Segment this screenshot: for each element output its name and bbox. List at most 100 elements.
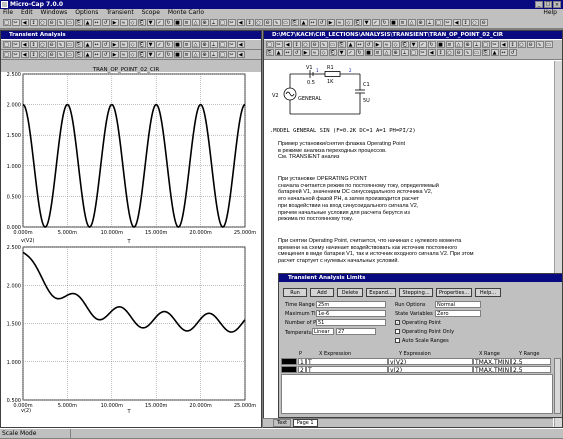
main-toolbar-button-icon[interactable]: ⟂ <box>209 18 218 26</box>
main-toolbar-button-icon[interactable]: ▲ <box>83 18 92 26</box>
menu-edit[interactable]: Edit <box>21 9 33 16</box>
circuit-toolbar-button-icon[interactable]: ↺ <box>364 40 373 48</box>
transient-toolbar-button-icon[interactable]: ◀ <box>236 50 245 58</box>
auto-scale-option[interactable]: Auto Scale Ranges <box>395 338 449 344</box>
main-toolbar-button-icon[interactable]: ⊕ <box>416 18 425 26</box>
main-toolbar-button-icon[interactable]: ▼ <box>362 18 371 26</box>
circuit-toolbar-button-icon[interactable]: ↺ <box>508 48 517 56</box>
main-toolbar-button-icon[interactable]: ≡ <box>398 18 407 26</box>
menu-windows[interactable]: Windows <box>41 9 68 16</box>
circuit-toolbar-button-icon[interactable]: ∿ <box>535 40 544 48</box>
circuit-toolbar-button-icon[interactable]: △ <box>382 48 391 56</box>
row2-x-range[interactable]: TMAX,TMIN <box>473 366 511 373</box>
close-icon[interactable]: × <box>553 1 561 8</box>
transient-toolbar-button-icon[interactable]: △ <box>191 50 200 58</box>
transient-toolbar-button-icon[interactable]: ▲ <box>83 40 92 48</box>
circuit-toolbar-button-icon[interactable]: △ <box>454 40 463 48</box>
row1-color-swatch[interactable] <box>281 358 297 365</box>
row1-p[interactable]: 1 <box>298 358 306 365</box>
transient-toolbar-button-icon[interactable]: ◇ <box>128 40 137 48</box>
transient-toolbar-button-icon[interactable]: ⎗ <box>137 50 146 58</box>
circuit-toolbar-button-icon[interactable]: ⎘ <box>337 40 346 48</box>
circuit-toolbar-button-icon[interactable]: □ <box>481 40 490 48</box>
main-toolbar-button-icon[interactable]: ∿ <box>56 18 65 26</box>
main-toolbar-button-icon[interactable]: ↔ <box>308 18 317 26</box>
op-point-only-option[interactable]: Operating Point Only <box>395 329 454 335</box>
circuit-toolbar-button-icon[interactable]: ⎗ <box>328 48 337 56</box>
time-range-input[interactable]: 25m <box>316 301 386 308</box>
main-toolbar-button-icon[interactable]: ◀ <box>452 18 461 26</box>
transient-toolbar-button-icon[interactable]: ✓ <box>155 40 164 48</box>
run-options-select[interactable]: Normal <box>435 301 481 308</box>
transient-toolbar-button-icon[interactable]: ✓ <box>155 50 164 58</box>
op-point-option[interactable]: ✓ Operating Point <box>395 320 441 326</box>
circuit-toolbar-button-icon[interactable]: ↻ <box>355 48 364 56</box>
transient-toolbar-button-icon[interactable]: ✂ <box>11 50 20 58</box>
main-toolbar-button-icon[interactable]: ↕ <box>461 18 470 26</box>
circuit-toolbar-button-icon[interactable]: ○ <box>301 40 310 48</box>
main-toolbar-button-icon[interactable]: ⎘ <box>290 18 299 26</box>
main-toolbar-button-icon[interactable]: ◇ <box>344 18 353 26</box>
main-toolbar-button-icon[interactable]: ⊖ <box>479 18 488 26</box>
transient-toolbar-button-icon[interactable]: ◇ <box>128 50 137 58</box>
main-toolbar-button-icon[interactable]: □ <box>434 18 443 26</box>
row1-x-expression[interactable]: T <box>306 358 388 365</box>
main-toolbar-button-icon[interactable]: ■ <box>389 18 398 26</box>
menu-monte-carlo[interactable]: Monte Carlo <box>168 9 204 16</box>
menu-options[interactable]: Options <box>75 9 98 16</box>
main-toolbar-button-icon[interactable]: ◇ <box>128 18 137 26</box>
circuit-toolbar-button-icon[interactable]: ↕ <box>436 48 445 56</box>
circuit-toolbar-button-icon[interactable]: ≈ <box>310 48 319 56</box>
circuit-toolbar-button-icon[interactable]: ▭ <box>472 48 481 56</box>
transient-toolbar-button-icon[interactable]: ↺ <box>101 40 110 48</box>
main-toolbar-button-icon[interactable]: ◀ <box>236 18 245 26</box>
circuit-toolbar-button-icon[interactable]: ⊖ <box>310 40 319 48</box>
op-point-only-checkbox[interactable] <box>395 329 400 334</box>
main-toolbar-button-icon[interactable]: ≈ <box>335 18 344 26</box>
transient-toolbar-button-icon[interactable]: ∿ <box>56 50 65 58</box>
menu-scope[interactable]: Scope <box>142 9 160 16</box>
auto-scale-checkbox[interactable] <box>395 338 400 343</box>
circuit-toolbar-button-icon[interactable]: ✂ <box>418 48 427 56</box>
main-toolbar-button-icon[interactable]: ≈ <box>119 18 128 26</box>
circuit-toolbar-button-icon[interactable]: ▼ <box>337 48 346 56</box>
row1-x-range[interactable]: TMAX,TMIN <box>473 358 511 365</box>
main-toolbar-button-icon[interactable]: ◀ <box>20 18 29 26</box>
circuit-toolbar-button-icon[interactable]: ◇ <box>391 40 400 48</box>
menu-transient[interactable]: Transient <box>106 9 133 16</box>
row2-y-range[interactable]: 2.5 <box>511 366 551 373</box>
app-icon[interactable] <box>1 1 8 8</box>
circuit-toolbar-button-icon[interactable]: ⎗ <box>400 40 409 48</box>
transient-toolbar-button-icon[interactable]: ↻ <box>164 50 173 58</box>
circuit-toolbar-button-icon[interactable]: ≡ <box>373 48 382 56</box>
main-toolbar-button-icon[interactable]: □ <box>218 18 227 26</box>
transient-toolbar-button-icon[interactable]: ⟂ <box>209 40 218 48</box>
main-toolbar-button-icon[interactable]: ⎗ <box>137 18 146 26</box>
temperature-input[interactable]: 27 <box>336 328 376 335</box>
transient-toolbar-button-icon[interactable]: ▲ <box>83 50 92 58</box>
main-toolbar-button-icon[interactable]: ▶ <box>326 18 335 26</box>
transient-toolbar-button-icon[interactable]: ⊕ <box>200 40 209 48</box>
max-step-input[interactable]: 1e-6 <box>316 310 386 317</box>
main-toolbar-button-icon[interactable]: ⎗ <box>353 18 362 26</box>
circuit-toolbar-button-icon[interactable]: ▭ <box>328 40 337 48</box>
main-toolbar-button-icon[interactable]: ⊖ <box>263 18 272 26</box>
circuit-toolbar-button-icon[interactable]: ▼ <box>409 40 418 48</box>
transient-toolbar-button-icon[interactable]: ≡ <box>182 40 191 48</box>
circuit-toolbar-button-icon[interactable]: ↕ <box>292 40 301 48</box>
transient-toolbar-button-icon[interactable]: ✂ <box>227 50 236 58</box>
transient-toolbar-button-icon[interactable]: ≈ <box>119 50 128 58</box>
circuit-toolbar-button-icon[interactable]: ∿ <box>319 40 328 48</box>
main-toolbar-button-icon[interactable]: ↺ <box>101 18 110 26</box>
transient-toolbar-button-icon[interactable]: ■ <box>173 40 182 48</box>
main-toolbar-button-icon[interactable]: △ <box>407 18 416 26</box>
circuit-toolbar-button-icon[interactable]: ◀ <box>499 40 508 48</box>
circuit-toolbar-button-icon[interactable]: ■ <box>364 48 373 56</box>
main-toolbar-button-icon[interactable]: ⎘ <box>74 18 83 26</box>
main-toolbar-button-icon[interactable]: ✂ <box>11 18 20 26</box>
transient-toolbar-button-icon[interactable]: ≡ <box>182 50 191 58</box>
transient-toolbar-button-icon[interactable]: ○ <box>38 50 47 58</box>
transient-toolbar-button-icon[interactable]: □ <box>218 40 227 48</box>
circuit-toolbar-button-icon[interactable]: ○ <box>517 40 526 48</box>
transient-toolbar-button-icon[interactable]: ⊕ <box>200 50 209 58</box>
